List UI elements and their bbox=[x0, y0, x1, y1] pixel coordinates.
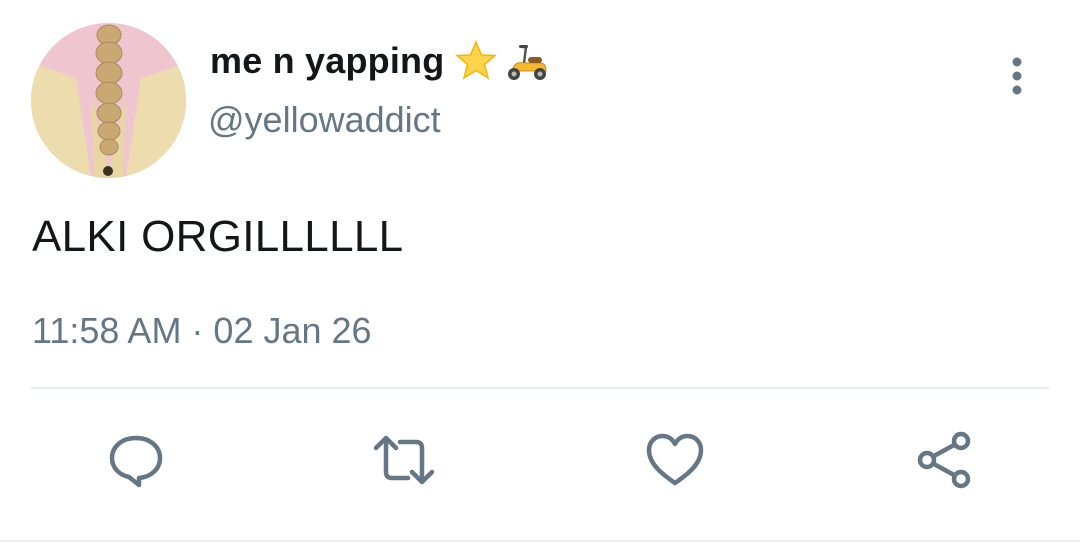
tweet-text: ALKI ORGILLLLLL bbox=[32, 212, 404, 261]
like-button[interactable] bbox=[643, 428, 707, 492]
reply-button[interactable] bbox=[104, 428, 168, 492]
tweet-card: me n yapping @yellowaddict ALKI ORGILLLL… bbox=[0, 0, 1080, 552]
divider bbox=[31, 387, 1049, 389]
comment-icon bbox=[109, 435, 163, 488]
bottom-divider bbox=[0, 540, 1080, 542]
retweet-icon bbox=[373, 435, 435, 485]
user-handle[interactable]: @yellowaddict bbox=[208, 99, 441, 141]
more-options-icon[interactable] bbox=[1004, 56, 1030, 96]
retweet-button[interactable] bbox=[372, 428, 436, 492]
share-button[interactable] bbox=[912, 428, 976, 492]
display-name[interactable]: me n yapping bbox=[210, 40, 444, 82]
tweet-timestamp[interactable]: 11:58 AM · 02 Jan 26 bbox=[32, 310, 372, 352]
share-icon bbox=[917, 431, 971, 489]
heart-icon bbox=[646, 433, 704, 486]
avatar[interactable] bbox=[31, 23, 186, 178]
star-emoji bbox=[454, 39, 498, 83]
motor-scooter-emoji bbox=[502, 39, 550, 83]
display-name-row[interactable]: me n yapping bbox=[210, 38, 550, 84]
